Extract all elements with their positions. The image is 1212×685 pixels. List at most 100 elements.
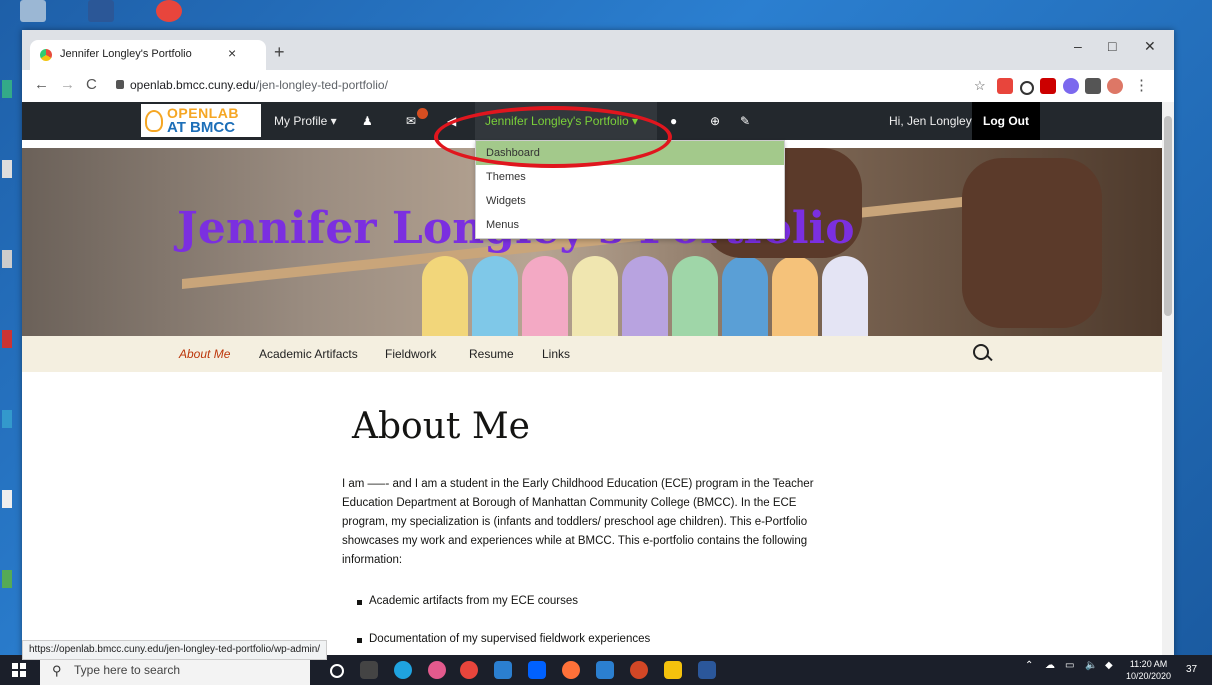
dropdown-item-widgets[interactable]: Widgets bbox=[476, 189, 784, 213]
cortana-icon[interactable] bbox=[330, 664, 344, 678]
logo-text-bottom: AT BMCC bbox=[167, 119, 236, 136]
desktop-shortcut-icon[interactable] bbox=[2, 410, 12, 428]
desktop-shortcut-icon[interactable] bbox=[2, 570, 12, 588]
firefox-icon[interactable] bbox=[562, 661, 580, 679]
desktop-shortcut-icon[interactable] bbox=[2, 250, 12, 268]
annotation-circle bbox=[434, 106, 672, 168]
list-item: Academic artifacts from my ECE courses bbox=[357, 595, 578, 607]
dropdown-item-themes[interactable]: Themes bbox=[476, 165, 784, 189]
mail-icon[interactable] bbox=[596, 661, 614, 679]
browser-window: Jennifer Longley's Portfolio × + – □ ✕ ←… bbox=[22, 30, 1174, 660]
close-window-button[interactable]: ✕ bbox=[1144, 38, 1156, 55]
url-path: /jen-longley-ted-portfolio/ bbox=[255, 78, 388, 92]
extension-icon[interactable] bbox=[997, 78, 1013, 94]
desktop-shortcut-icon[interactable] bbox=[2, 330, 12, 348]
greeting-label[interactable]: Hi, Jen Longley bbox=[889, 102, 972, 140]
clock-time: 11:20 AM bbox=[1129, 659, 1168, 669]
search-placeholder: Type here to search bbox=[74, 663, 181, 677]
notification-badge bbox=[417, 108, 428, 119]
reload-button[interactable]: C bbox=[86, 76, 97, 93]
nav-fieldwork[interactable]: Fieldwork bbox=[385, 347, 436, 361]
address-bar: ← → C openlab.bmcc.cuny.edu/jen-longley-… bbox=[22, 70, 1174, 103]
windows-start-icon[interactable] bbox=[12, 663, 26, 677]
puzzle-icon[interactable] bbox=[1085, 78, 1101, 94]
itunes-icon[interactable] bbox=[428, 661, 446, 679]
back-button[interactable]: ← bbox=[34, 76, 49, 93]
dropbox-icon[interactable] bbox=[528, 661, 546, 679]
favicon-icon bbox=[40, 49, 52, 61]
desktop-shortcut-icon[interactable] bbox=[2, 80, 12, 98]
desktop-shortcut-icon[interactable] bbox=[2, 490, 12, 508]
kebab-menu-icon[interactable]: ⋮ bbox=[1134, 76, 1149, 94]
outlook-icon[interactable] bbox=[494, 661, 512, 679]
lightbulb-icon bbox=[145, 110, 163, 132]
minimize-button[interactable]: – bbox=[1074, 38, 1082, 54]
chalk-piece bbox=[672, 256, 718, 336]
notification-count[interactable]: 37 bbox=[1186, 664, 1197, 675]
extension-icon[interactable] bbox=[1040, 78, 1056, 94]
intro-paragraph: I am —–- and I am a student in the Early… bbox=[342, 478, 814, 566]
tab-bar: Jennifer Longley's Portfolio × + – □ ✕ bbox=[22, 30, 1174, 70]
task-view-icon[interactable] bbox=[360, 661, 378, 679]
recycle-bin-icon[interactable] bbox=[20, 0, 46, 22]
maximize-button[interactable]: □ bbox=[1108, 38, 1116, 54]
chalk-piece bbox=[572, 256, 618, 336]
clock[interactable]: 11:20 AM 10/20/2020 bbox=[1126, 658, 1171, 682]
chalk-piece bbox=[472, 256, 518, 336]
chalk-piece bbox=[522, 256, 568, 336]
edit-pencil-icon[interactable]: ✎ bbox=[740, 115, 752, 127]
desktop-top-icons bbox=[20, 0, 182, 24]
extension-icon[interactable] bbox=[1020, 81, 1034, 95]
add-new-icon[interactable]: ⊕ bbox=[710, 115, 722, 127]
powerpoint-icon[interactable] bbox=[630, 661, 648, 679]
search-icon[interactable] bbox=[973, 344, 989, 360]
bookmark-star-icon[interactable]: ☆ bbox=[974, 78, 986, 94]
site-navigation: About Me Academic Artifacts Fieldwork Re… bbox=[22, 336, 1162, 372]
tab-title: Jennifer Longley's Portfolio bbox=[60, 48, 192, 60]
scrollbar-thumb[interactable] bbox=[1164, 116, 1172, 316]
url-host: openlab.bmcc.cuny.edu bbox=[130, 78, 256, 92]
chalk-piece bbox=[722, 256, 768, 336]
user-icon[interactable]: ♟ bbox=[362, 115, 374, 127]
file-explorer-icon[interactable] bbox=[664, 661, 682, 679]
scrollbar[interactable] bbox=[1162, 102, 1174, 658]
nav-resume[interactable]: Resume bbox=[469, 347, 514, 361]
volume-icon[interactable]: 🔈 bbox=[1085, 660, 1097, 671]
word-icon[interactable] bbox=[698, 661, 716, 679]
tab-close-button[interactable]: × bbox=[228, 45, 236, 61]
clock-date: 10/20/2020 bbox=[1126, 671, 1172, 681]
new-tab-button[interactable]: + bbox=[274, 42, 285, 63]
page-title: About Me bbox=[352, 406, 530, 447]
chevron-up-icon[interactable]: ⌃ bbox=[1025, 660, 1033, 671]
nav-academic-artifacts[interactable]: Academic Artifacts bbox=[259, 347, 358, 361]
chalk-piece bbox=[622, 256, 668, 336]
chalk-piece bbox=[772, 256, 818, 336]
url-field[interactable]: openlab.bmcc.cuny.edu/jen-longley-ted-po… bbox=[130, 78, 388, 92]
chrome-icon[interactable] bbox=[460, 661, 478, 679]
chalk-piece bbox=[422, 256, 468, 336]
dropbox-tray-icon[interactable]: ◆ bbox=[1105, 660, 1113, 671]
log-out-button[interactable]: Log Out bbox=[972, 102, 1040, 140]
forward-button[interactable]: → bbox=[60, 76, 75, 93]
edge-icon[interactable] bbox=[394, 661, 412, 679]
extension-icon[interactable] bbox=[1063, 78, 1079, 94]
comment-icon[interactable]: ● bbox=[670, 115, 682, 127]
lock-icon bbox=[116, 80, 124, 89]
openlab-logo[interactable]: OPENLAB AT BMCC bbox=[141, 104, 261, 137]
nav-links[interactable]: Links bbox=[542, 347, 570, 361]
hand-image bbox=[962, 158, 1102, 328]
page-content: About Me I am —–- and I am a student in … bbox=[22, 372, 1162, 658]
word-icon[interactable] bbox=[88, 0, 114, 22]
avatar[interactable] bbox=[1107, 78, 1123, 94]
my-profile-menu[interactable]: My Profile ▾ bbox=[274, 102, 337, 140]
battery-icon[interactable]: ▭ bbox=[1065, 660, 1074, 671]
onedrive-icon[interactable]: ☁ bbox=[1045, 660, 1055, 671]
nav-about-me[interactable]: About Me bbox=[179, 347, 230, 361]
search-icon: ⚲ bbox=[52, 663, 62, 678]
desktop-shortcut-icon[interactable] bbox=[2, 160, 12, 178]
desktop-left-icons bbox=[0, 40, 22, 650]
tab-portfolio[interactable]: Jennifer Longley's Portfolio × bbox=[30, 40, 266, 70]
mail-icon[interactable]: ✉ bbox=[406, 115, 418, 127]
dropdown-item-menus[interactable]: Menus bbox=[476, 213, 784, 237]
chrome-icon[interactable] bbox=[156, 0, 182, 22]
